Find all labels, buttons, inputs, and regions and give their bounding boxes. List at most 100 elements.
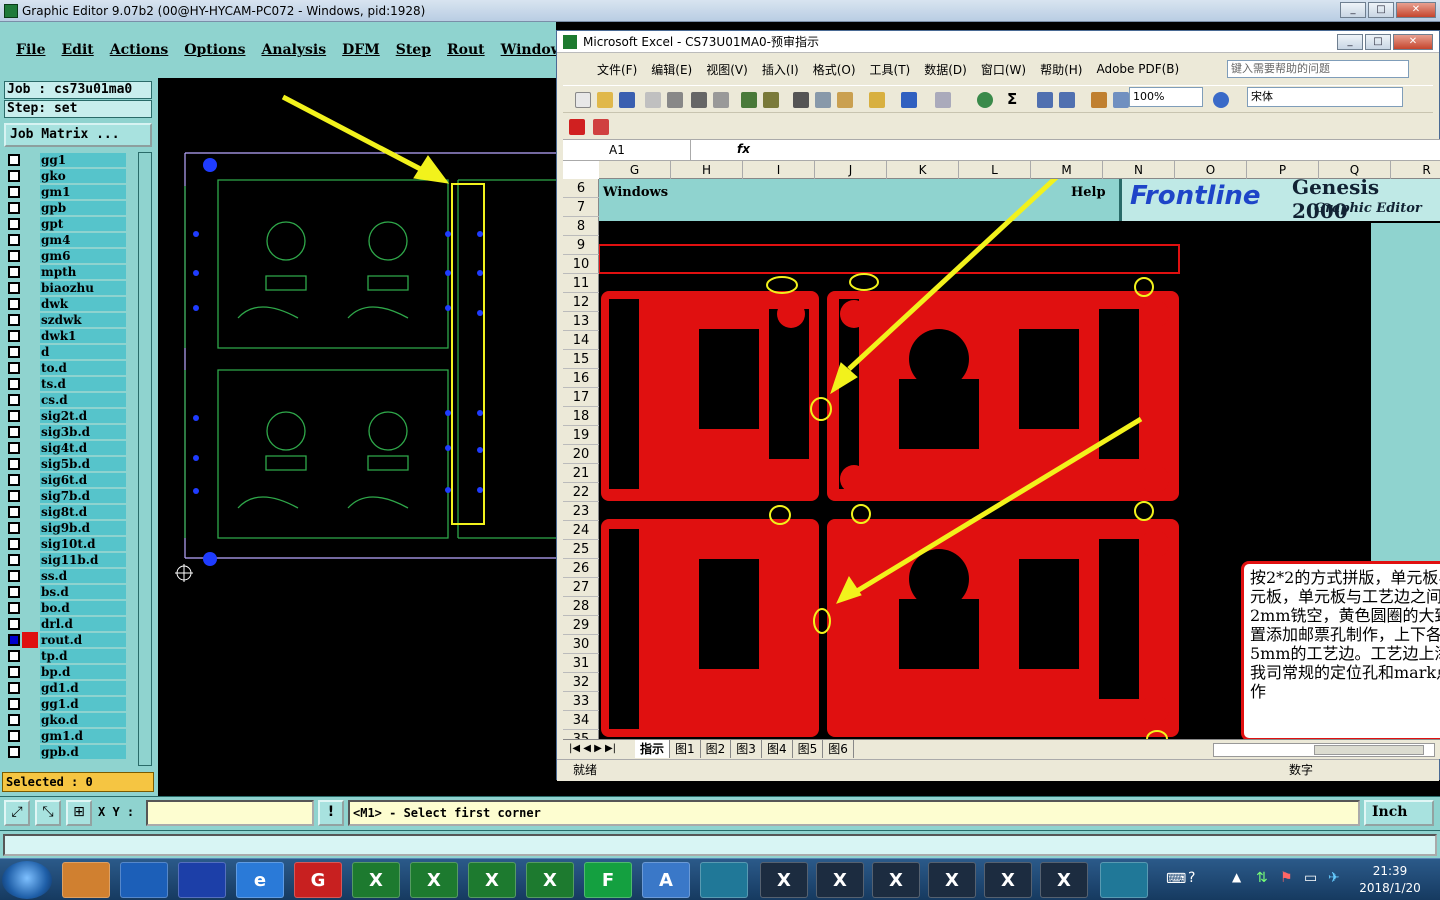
layer-row[interactable]: gm6: [4, 248, 126, 264]
xl-menu-view[interactable]: 视图(V): [706, 61, 748, 78]
taskbar-app-eye-icon[interactable]: [1100, 862, 1148, 898]
taskbar-app-g-icon[interactable]: G: [294, 862, 342, 898]
xl-menu-format[interactable]: 格式(O): [813, 61, 856, 78]
layer-checkbox[interactable]: [8, 330, 20, 342]
layer-row[interactable]: drl.d: [4, 616, 126, 632]
xl-menu-data[interactable]: 数据(D): [924, 61, 967, 78]
horizontal-scrollbar[interactable]: [1213, 743, 1435, 757]
pdf-email-icon[interactable]: [593, 119, 609, 135]
function-icon[interactable]: fx: [737, 142, 750, 156]
layer-row[interactable]: sig10t.d: [4, 536, 126, 552]
layer-checkbox[interactable]: [8, 362, 20, 374]
xl-menu-insert[interactable]: 插入(I): [762, 61, 799, 78]
xl-menu-window[interactable]: 窗口(W): [981, 61, 1026, 78]
layer-checkbox[interactable]: [8, 618, 20, 630]
layer-row[interactable]: sig9b.d: [4, 520, 126, 536]
layer-row[interactable]: sig11b.d: [4, 552, 126, 568]
menu-analysis[interactable]: Analysis: [261, 42, 326, 58]
layer-checkbox[interactable]: [8, 154, 20, 166]
layer-checkbox[interactable]: [8, 666, 20, 678]
layer-row[interactable]: sig4t.d: [4, 440, 126, 456]
layer-checkbox[interactable]: [8, 250, 20, 262]
print-preview-icon[interactable]: [713, 92, 729, 108]
column-header[interactable]: I: [743, 161, 815, 179]
layer-checkbox[interactable]: [8, 426, 20, 438]
sheet-tab[interactable]: 图2: [701, 740, 732, 758]
help-icon[interactable]: [1213, 92, 1229, 108]
copy-icon[interactable]: [815, 92, 831, 108]
start-button[interactable]: [2, 861, 52, 899]
sheet-tab[interactable]: 图4: [762, 740, 793, 758]
menu-actions[interactable]: Actions: [110, 42, 169, 58]
layer-checkbox[interactable]: [8, 682, 20, 694]
permission-icon[interactable]: [645, 92, 661, 108]
layer-row[interactable]: gd1.d: [4, 680, 126, 696]
layer-row[interactable]: szdwk: [4, 312, 126, 328]
excel-minimize-button[interactable]: _: [1337, 34, 1363, 50]
layer-checkbox[interactable]: [8, 570, 20, 582]
row-header[interactable]: 28: [563, 597, 599, 616]
layer-checkbox[interactable]: [8, 394, 20, 406]
layer-row[interactable]: sig8t.d: [4, 504, 126, 520]
row-header[interactable]: 24: [563, 521, 599, 540]
row-header[interactable]: 16: [563, 369, 599, 388]
sheet-tab[interactable]: 图5: [793, 740, 824, 758]
layer-checkbox[interactable]: [8, 554, 20, 566]
row-header[interactable]: 21: [563, 464, 599, 483]
zoom-area-icon[interactable]: ⤡: [35, 800, 61, 826]
layer-checkbox[interactable]: [8, 586, 20, 598]
xl-menu-adobe-pdf[interactable]: Adobe PDF(B): [1096, 62, 1179, 76]
sort-ascending-icon[interactable]: [1037, 92, 1053, 108]
excel-title-bar[interactable]: Microsoft Excel - CS73U01MA0-预审指示 _ □ ✕: [557, 31, 1439, 53]
taskbar-excel-icon[interactable]: X: [468, 862, 516, 898]
column-header[interactable]: J: [815, 161, 887, 179]
row-header[interactable]: 32: [563, 673, 599, 692]
column-header[interactable]: M: [1031, 161, 1103, 179]
layer-row[interactable]: mpth: [4, 264, 126, 280]
layer-row[interactable]: gm4: [4, 232, 126, 248]
column-header[interactable]: H: [671, 161, 743, 179]
layer-checkbox[interactable]: [8, 506, 20, 518]
column-header[interactable]: K: [887, 161, 959, 179]
layer-checkbox[interactable]: [8, 266, 20, 278]
units-select[interactable]: Inch: [1364, 800, 1434, 826]
layer-row[interactable]: ts.d: [4, 376, 126, 392]
excel-maximize-button[interactable]: □: [1365, 34, 1391, 50]
layer-checkbox[interactable]: [8, 314, 20, 326]
layer-checkbox[interactable]: [8, 202, 20, 214]
name-box[interactable]: A1: [563, 140, 691, 160]
layer-checkbox[interactable]: [8, 538, 20, 550]
row-header[interactable]: 13: [563, 312, 599, 331]
format-painter-icon[interactable]: [869, 92, 885, 108]
layer-checkbox[interactable]: [8, 298, 20, 310]
taskbar-genesis-icon[interactable]: X: [984, 862, 1032, 898]
row-header[interactable]: 7: [563, 198, 599, 217]
menu-rout[interactable]: Rout: [447, 42, 485, 58]
layer-checkbox[interactable]: [8, 602, 20, 614]
layer-row[interactable]: sig7b.d: [4, 488, 126, 504]
layer-row[interactable]: sig5b.d: [4, 456, 126, 472]
row-header[interactable]: 27: [563, 578, 599, 597]
taskbar-genesis-icon[interactable]: X: [816, 862, 864, 898]
chart-wizard-icon[interactable]: [1091, 92, 1107, 108]
taskbar-app-f-icon[interactable]: F: [584, 862, 632, 898]
taskbar-excel-icon[interactable]: X: [410, 862, 458, 898]
graphic-canvas[interactable]: [158, 78, 556, 796]
grid-icon[interactable]: ⊞: [66, 800, 92, 826]
hyperlink-icon[interactable]: [977, 92, 993, 108]
layer-checkbox[interactable]: [8, 442, 20, 454]
menu-options[interactable]: Options: [184, 42, 245, 58]
print-icon[interactable]: [691, 92, 707, 108]
layer-checkbox[interactable]: [8, 714, 20, 726]
layer-checkbox[interactable]: [8, 650, 20, 662]
layer-checkbox[interactable]: [8, 186, 20, 198]
maximize-button[interactable]: □: [1368, 2, 1394, 18]
sheet-tab[interactable]: 图1: [670, 740, 701, 758]
row-header[interactable]: 26: [563, 559, 599, 578]
pdf-convert-icon[interactable]: [569, 119, 585, 135]
close-button[interactable]: ✕: [1396, 2, 1436, 18]
email-icon[interactable]: [667, 92, 683, 108]
row-header[interactable]: 10: [563, 255, 599, 274]
exclamation-icon[interactable]: !: [318, 800, 344, 826]
row-header[interactable]: 15: [563, 350, 599, 369]
